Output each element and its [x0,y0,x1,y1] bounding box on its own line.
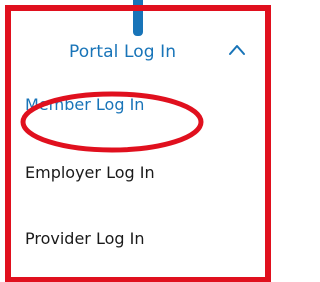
portal-login-label[interactable]: Portal Log In [69,42,176,62]
portal-login-toggle[interactable]: Portal Log In [11,36,265,68]
chevron-up-icon[interactable] [228,43,246,57]
provider-login-link[interactable]: Provider Log In [25,229,144,248]
employer-login-link[interactable]: Employer Log In [25,163,155,182]
annotation-highlight-frame: Portal Log In Member Log In Employer Log… [5,5,271,282]
member-login-link[interactable]: Member Log In [25,95,144,114]
login-dropdown-screenshot: Portal Log In Member Log In Employer Log… [0,0,272,282]
